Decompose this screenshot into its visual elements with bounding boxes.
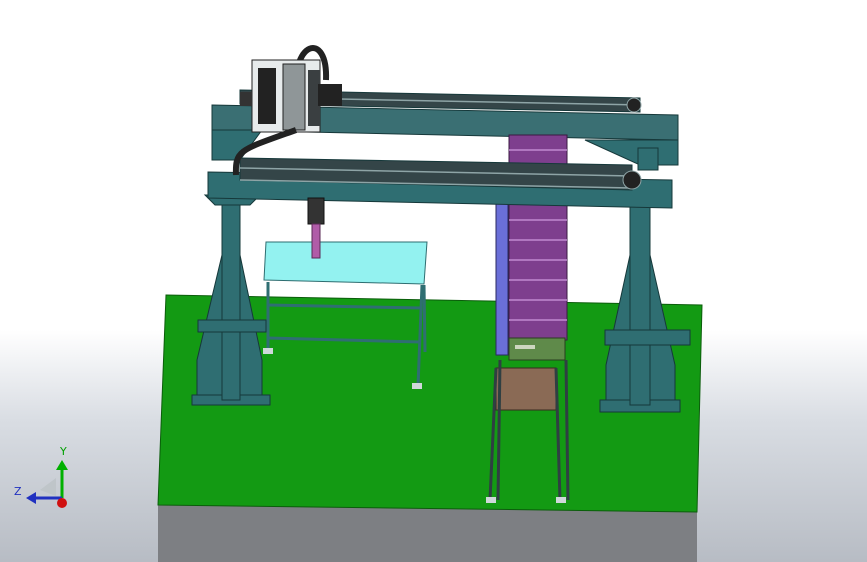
cad-viewport[interactable]: Y Z bbox=[0, 0, 867, 562]
table-top bbox=[263, 241, 428, 285]
base-side-face bbox=[158, 505, 697, 562]
y-axis-arrow-icon bbox=[56, 460, 68, 470]
z-axis-arrow-icon bbox=[26, 492, 36, 504]
x-axis-dot-icon bbox=[57, 498, 67, 508]
orientation-triad[interactable]: Y Z bbox=[14, 445, 68, 508]
z-axis-label: Z bbox=[14, 485, 22, 498]
front-gantry-beam bbox=[207, 147, 673, 209]
triad-plane-icon bbox=[40, 478, 56, 496]
y-axis-label: Y bbox=[59, 445, 67, 458]
model-canvas[interactable]: Y Z bbox=[0, 0, 867, 562]
